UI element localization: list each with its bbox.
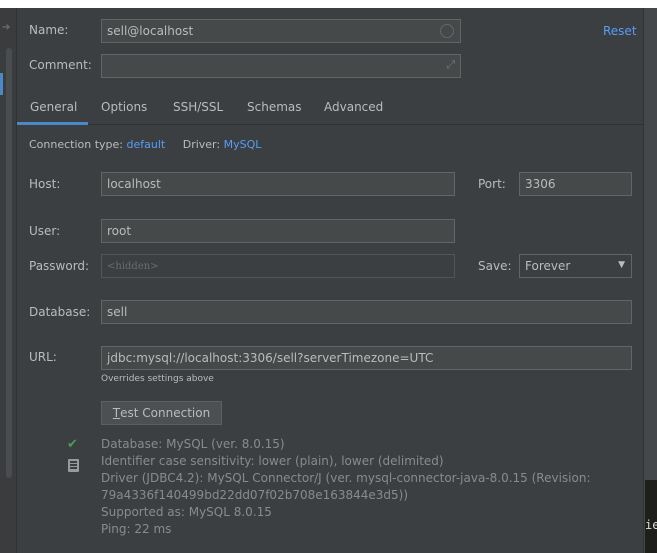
result-line: Supported as: MySQL 8.0.15 [101, 505, 272, 519]
user-input[interactable]: root [101, 219, 455, 243]
url-label: URL: [29, 350, 57, 364]
comment-input[interactable]: ⤢ [101, 54, 461, 78]
tab-bar: General Options SSH/SSL Schemas Advanced [17, 94, 643, 125]
result-line: Database: MySQL (ver. 8.0.15) [101, 437, 285, 451]
result-line: Ping: 22 ms [101, 522, 172, 536]
save-value: Forever [525, 259, 571, 273]
database-label: Database: [29, 305, 91, 319]
comment-label: Comment: [29, 58, 92, 72]
background-text: ie [645, 518, 657, 532]
driver-label: Driver: [182, 138, 221, 151]
tab-schemas[interactable]: Schemas [247, 100, 302, 114]
host-value: localhost [107, 177, 161, 191]
save-select[interactable]: Forever ▼ [519, 254, 632, 278]
arrow-right-icon[interactable]: ➔ [2, 22, 10, 33]
port-label: Port: [478, 177, 506, 191]
url-input[interactable]: jdbc:mysql://localhost:3306/sell?serverT… [101, 346, 632, 370]
password-input[interactable]: <hidden> [101, 254, 455, 278]
connection-type-link[interactable]: default [127, 138, 166, 151]
port-input[interactable]: 3306 [519, 172, 632, 196]
name-label: Name: [29, 23, 69, 37]
selected-indicator [0, 73, 3, 95]
right-panel [643, 8, 657, 553]
top-bar [0, 0, 657, 8]
url-hint: Overrides settings above [101, 374, 214, 384]
database-input[interactable]: sell [101, 300, 632, 324]
tab-options[interactable]: Options [101, 100, 147, 114]
check-icon: ✔ [67, 437, 78, 452]
driver-link[interactable]: MySQL [224, 138, 262, 151]
left-panel: ➔ [0, 8, 17, 553]
name-input[interactable]: sell@localhost [101, 19, 461, 43]
tab-advanced[interactable]: Advanced [324, 100, 383, 114]
database-value: sell [107, 305, 128, 319]
name-value: sell@localhost [107, 24, 194, 38]
connection-type-label: Connection type: [29, 138, 124, 151]
save-label: Save: [478, 259, 512, 273]
reset-link[interactable]: Reset [603, 24, 637, 38]
user-label: User: [29, 224, 61, 238]
result-line: Driver (JDBC4.2): MySQL Connector/J (ver… [101, 471, 591, 485]
port-value: 3306 [525, 177, 556, 191]
tab-general[interactable]: General [30, 100, 77, 114]
active-tab-indicator [17, 122, 88, 125]
copy-icon[interactable] [68, 459, 79, 472]
test-connection-button[interactable]: Test Connection [101, 401, 222, 425]
test-mnemonic: T [112, 406, 121, 420]
test-label: est Connection [120, 406, 211, 420]
password-placeholder: <hidden> [107, 260, 159, 272]
host-input[interactable]: localhost [101, 172, 455, 196]
tab-ssh-ssl[interactable]: SSH/SSL [173, 100, 223, 114]
user-value: root [107, 224, 132, 238]
test-result: Database: MySQL (ver. 8.0.15) Identifier… [101, 436, 591, 538]
expand-icon[interactable]: ⤢ [446, 58, 455, 72]
password-label: Password: [29, 259, 90, 273]
result-line: 79a4336f140499bd22dd07f02b708e163844e3d5… [101, 488, 409, 502]
result-line: Identifier case sensitivity: lower (plai… [101, 454, 444, 468]
url-value: jdbc:mysql://localhost:3306/sell?serverT… [107, 351, 434, 365]
background-window: ie [645, 480, 657, 553]
chevron-down-icon: ▼ [618, 260, 625, 270]
scrollbar[interactable] [6, 48, 12, 478]
clear-icon[interactable] [440, 24, 454, 38]
connection-info: Connection type: default Driver: MySQL [29, 138, 261, 151]
host-label: Host: [29, 177, 61, 191]
